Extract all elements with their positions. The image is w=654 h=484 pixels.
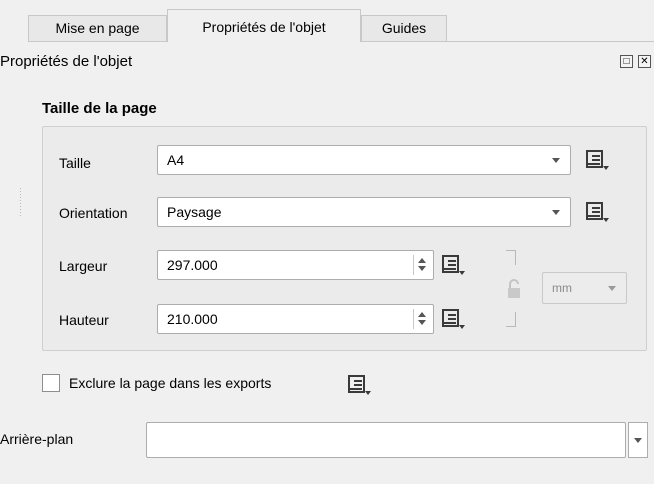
group-title-page-size: Taille de la page [42, 100, 157, 117]
exclude-label[interactable]: Exclure la page dans les exports [69, 375, 271, 391]
data-defined-override-icon[interactable] [441, 253, 467, 277]
chevron-down-icon [552, 210, 560, 215]
data-defined-override-icon[interactable] [441, 307, 467, 331]
spin-arrows-icon[interactable] [418, 258, 427, 272]
unit-combo[interactable]: mm [542, 272, 627, 304]
orientation-combo[interactable]: Paysage [157, 197, 571, 227]
height-spinbox[interactable]: 210.000 [157, 304, 434, 334]
splitter-grip[interactable] [20, 188, 21, 216]
chevron-down-icon [608, 286, 616, 291]
spin-arrows-icon[interactable] [418, 312, 427, 326]
size-combo[interactable]: A4 [157, 145, 571, 175]
background-label: Arrière-plan [0, 431, 74, 447]
width-label: Largeur [59, 258, 108, 274]
orientation-value: Paysage [167, 204, 222, 220]
data-defined-override-icon[interactable] [585, 148, 611, 172]
width-spinbox[interactable]: 297.000 [157, 250, 434, 280]
lock-icon[interactable] [506, 278, 522, 300]
lock-bracket-top [506, 250, 516, 265]
unit-value: mm [552, 281, 572, 295]
chevron-down-icon [634, 438, 642, 443]
height-label: Hauteur [59, 312, 109, 328]
spin-divider [413, 309, 414, 329]
background-field[interactable] [146, 422, 626, 458]
exclude-checkbox[interactable] [42, 374, 60, 392]
size-value: A4 [167, 152, 185, 168]
tab-proprietes-objet[interactable]: Propriétés de l'objet [167, 9, 361, 42]
spin-divider [413, 255, 414, 275]
size-label: Taille [59, 155, 91, 171]
background-dropdown-button[interactable] [628, 422, 648, 458]
data-defined-override-icon[interactable] [585, 200, 611, 224]
close-icon[interactable]: ✕ [638, 55, 651, 68]
chevron-down-icon [552, 158, 560, 163]
lock-bracket-bottom [506, 312, 516, 327]
height-value: 210.000 [167, 311, 218, 327]
orientation-label: Orientation [59, 205, 128, 221]
width-value: 297.000 [167, 257, 218, 273]
data-defined-override-icon[interactable] [347, 373, 373, 397]
tab-mise-en-page[interactable]: Mise en page [28, 15, 167, 41]
float-icon[interactable]: □ [620, 55, 633, 68]
panel-title: Propriétés de l'objet [0, 53, 133, 70]
tab-guides[interactable]: Guides [361, 15, 447, 41]
